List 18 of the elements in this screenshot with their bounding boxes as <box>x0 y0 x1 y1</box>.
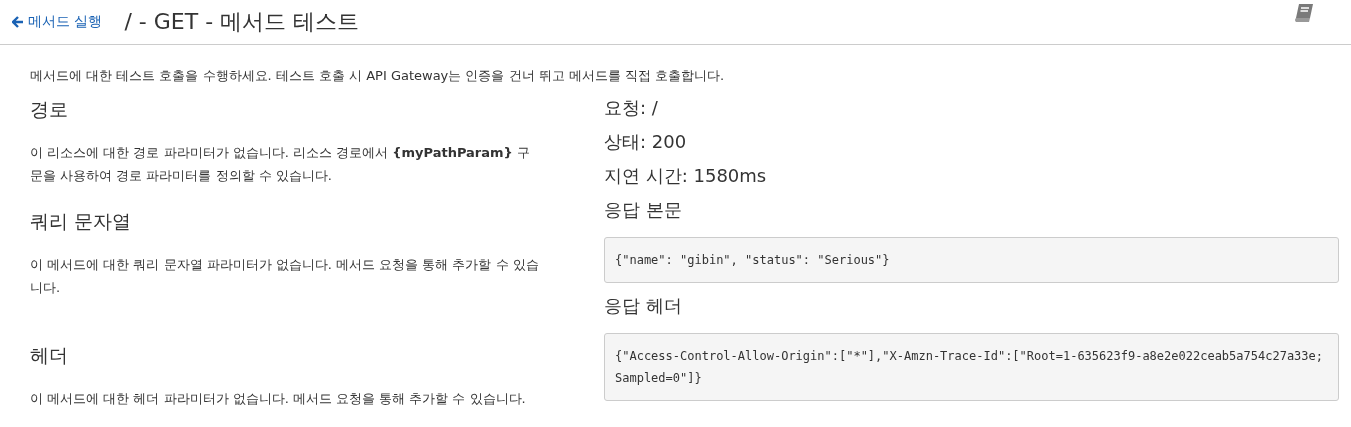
arrow-left-icon <box>12 16 24 28</box>
section-text: 이 메서드에 대한 쿼리 문자열 파라미터가 없습니다. 메서드 요청을 통해 추가할 수 있습니다. <box>30 256 540 297</box>
page-title: / - GET - 메서드 테스트 <box>124 8 360 36</box>
section-heading: 쿼리 문자열 <box>30 209 133 234</box>
intro-text: 메서드에 대한 테스트 호출을 수행하세요. 테스트 호출 시 API Gateway는 인증을 건너 뛰고 메서드를 직접 호출합니다. <box>30 67 726 85</box>
result-line: 상태: 200 <box>604 130 688 154</box>
section-heading: 경로 <box>30 97 69 122</box>
code-block: {"Access-Control-Allow-Origin":["*"],"X-Amzn-Trace-Id":["Root=1-635623f9-a8e2e022ceab5a754c27a33e;Sampled=0"]} <box>604 333 1339 401</box>
book-icon[interactable] <box>1293 3 1315 23</box>
section-heading: 응답 본문 <box>604 198 683 222</box>
section-text: 이 메서드에 대한 헤더 파라미터가 없습니다. 메서드 요청을 통해 추가할 수 있습니다. <box>30 390 527 408</box>
section-text: 이 리소스에 대한 경로 파라미터가 없습니다. 리소스 경로에서 {myPathParam} 구문을 사용하여 경로 파라미터를 정의할 수 있습니다. <box>30 144 531 185</box>
result-line: 지연 시간: 1580ms <box>604 164 768 188</box>
section-heading: 응답 헤더 <box>604 294 683 318</box>
code-block: {"name": "gibin", "status": "Serious"} <box>604 237 1339 283</box>
section-heading: 헤더 <box>30 343 69 368</box>
back-link[interactable]: 메서드 실행 <box>12 13 103 31</box>
result-line: 요청: / <box>604 96 659 120</box>
